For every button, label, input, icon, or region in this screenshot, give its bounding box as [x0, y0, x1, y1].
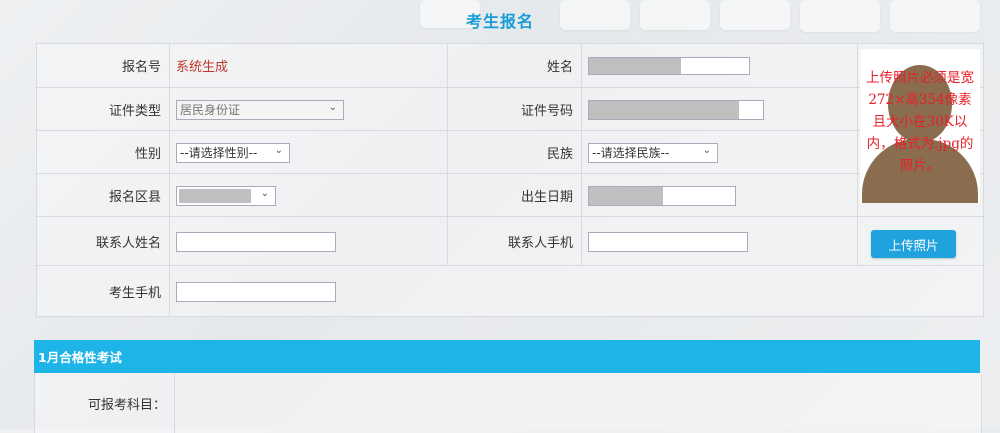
reg-no-cell: 系统生成: [169, 44, 447, 87]
subjects-row: 可报考科目：: [34, 373, 982, 433]
id-type-label: 证件类型: [108, 104, 161, 119]
name-label: 姓名: [447, 44, 581, 87]
gender-label: 性别: [134, 147, 161, 162]
birth-date-input[interactable]: [588, 185, 736, 206]
id-no-cell: [581, 88, 857, 131]
form-row-2: 证件类型 居民身份证 ⌄ 证件号码: [37, 87, 983, 131]
candidate-phone-input[interactable]: [176, 281, 336, 302]
district-select[interactable]: ⌄: [176, 185, 276, 206]
reg-no-label: 报名号: [121, 60, 161, 75]
candidate-phone-label: 考生手机: [108, 286, 161, 301]
gender-cell: --请选择性别-- ⌄: [169, 131, 447, 174]
photo-preview: 上传照片必须是宽272×高354像素且大小在30K以内，格式为.jpg的照片。: [860, 49, 980, 203]
birth-date-cell: [581, 174, 857, 217]
birth-date-label: 出生日期: [447, 174, 581, 217]
exam-section-header: 1月合格性考试: [34, 340, 980, 373]
form-row-1: 报名号 系统生成 姓名: [37, 44, 983, 87]
photo-requirement-notice: 上传照片必须是宽272×高354像素且大小在30K以内，格式为.jpg的照片。: [866, 70, 974, 174]
id-no-label: 证件号码: [447, 88, 581, 131]
contact-phone-input[interactable]: [588, 231, 748, 252]
name-input[interactable]: [588, 56, 750, 75]
gender-value: --请选择性别--: [180, 146, 258, 160]
contact-phone-cell: [581, 217, 857, 266]
district-value-redacted: [179, 188, 251, 203]
chevron-down-icon: ⌄: [702, 144, 711, 156]
form-row-5: 联系人姓名 联系人手机: [37, 216, 983, 266]
id-type-select[interactable]: 居民身份证 ⌄: [176, 99, 344, 120]
chevron-down-icon: ⌄: [260, 187, 269, 199]
reg-no-value: 系统生成: [176, 60, 229, 75]
gender-select[interactable]: --请选择性别-- ⌄: [176, 142, 290, 163]
page-title: 考生报名: [465, 12, 534, 31]
form-row-4: 报名区县 ⌄ 出生日期: [37, 173, 983, 217]
form-row-6: 考生手机: [37, 265, 983, 317]
chevron-down-icon: ⌄: [328, 101, 337, 113]
ethnicity-label: 民族: [447, 131, 581, 174]
ethnicity-select[interactable]: --请选择民族-- ⌄: [588, 142, 718, 163]
contact-name-label: 联系人姓名: [95, 236, 161, 251]
contact-name-input[interactable]: [176, 231, 336, 252]
district-label: 报名区县: [108, 190, 161, 205]
candidate-phone-cell: [169, 266, 983, 317]
ethnicity-value: --请选择民族--: [592, 146, 670, 160]
contact-phone-label: 联系人手机: [447, 217, 581, 266]
registration-form: 报名号 系统生成 姓名 证件类型 居民身份证 ⌄ 证件号码 性别 --请选择性别…: [36, 43, 984, 317]
district-cell: ⌄: [169, 174, 447, 217]
name-cell: [581, 44, 857, 87]
id-type-cell: 居民身份证 ⌄: [169, 88, 447, 131]
contact-name-cell: [169, 217, 447, 266]
id-type-value: 居民身份证: [180, 103, 241, 117]
id-no-input[interactable]: [588, 99, 764, 120]
form-row-3: 性别 --请选择性别-- ⌄ 民族 --请选择民族-- ⌄: [37, 130, 983, 174]
upload-photo-button[interactable]: 上传照片: [871, 230, 956, 258]
subjects-label: 可报考科目：: [35, 373, 175, 433]
ethnicity-cell: --请选择民族-- ⌄: [581, 131, 857, 174]
chevron-down-icon: ⌄: [274, 144, 283, 156]
